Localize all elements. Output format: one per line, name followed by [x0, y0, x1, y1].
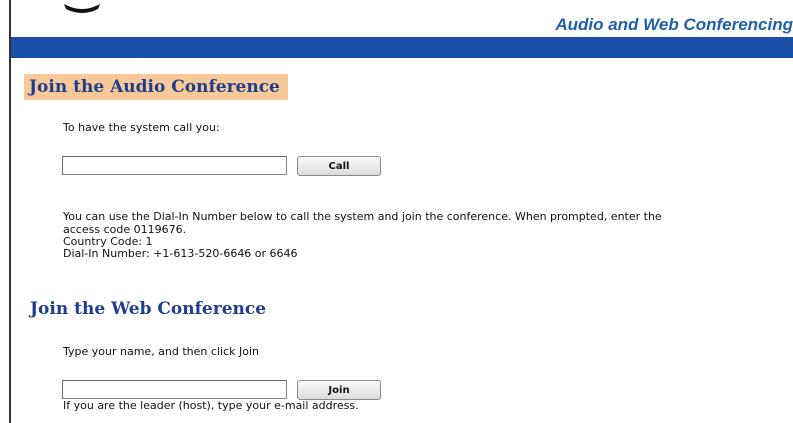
- brand-title: Audio and Web Conferencing: [555, 15, 793, 34]
- dialin-instructions-line1: You can use the Dial-In Number below to …: [63, 210, 662, 223]
- call-prompt-label: To have the system call you:: [63, 121, 220, 134]
- logo-icon: [64, 4, 100, 13]
- conference-join-page: Audio and Web Conferencing Join the Audi…: [0, 0, 793, 423]
- join-button[interactable]: Join: [297, 380, 381, 400]
- web-conference-heading: Join the Web Conference: [30, 299, 267, 319]
- dialin-number-text: Dial-In Number: +1-613-520-6646 or 6646: [63, 247, 298, 260]
- name-input[interactable]: [62, 380, 287, 399]
- left-border-rule: [9, 0, 11, 423]
- name-prompt-label: Type your name, and then click Join: [63, 345, 259, 358]
- call-button[interactable]: Call: [297, 156, 381, 176]
- header-bar: [11, 37, 793, 58]
- phone-number-input[interactable]: [62, 156, 287, 175]
- audio-conference-heading: Join the Audio Conference: [24, 74, 288, 100]
- leader-hint-text: If you are the leader (host), type your …: [63, 399, 359, 412]
